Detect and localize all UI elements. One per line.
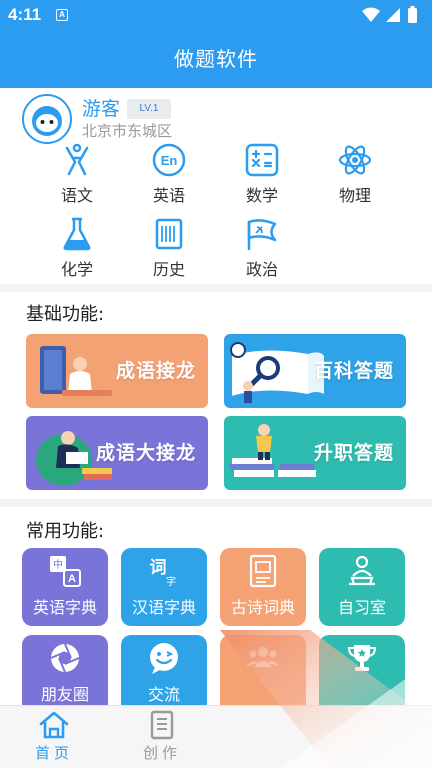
- subject-label: 英语: [152, 186, 185, 205]
- chat-smile-icon: [150, 643, 178, 674]
- flag-icon: [247, 219, 277, 251]
- feature-label: 升职答题: [313, 442, 394, 464]
- section-title: 基础功能:: [26, 304, 105, 325]
- svg-text:词: 词: [150, 558, 167, 578]
- status-bar: 4:11 A: [0, 0, 432, 30]
- calculator-icon: [245, 143, 279, 177]
- en-circle-icon: En: [152, 143, 186, 177]
- notification-icon: A: [56, 9, 68, 21]
- tool-label: 朋友圈: [40, 685, 89, 704]
- aperture-icon: [50, 643, 80, 673]
- pen-nib-icon: [65, 143, 89, 176]
- status-time: 4:11: [8, 5, 42, 24]
- avatar[interactable]: [22, 94, 72, 144]
- tool-moments[interactable]: 朋友圈: [22, 635, 108, 713]
- reading-person-icon: [349, 555, 375, 586]
- page-title: 做题软件: [174, 47, 258, 71]
- atom-icon: [338, 145, 372, 175]
- app-header: 做题软件: [0, 30, 432, 88]
- tool-english-dictionary[interactable]: 中 A 英语字典: [22, 548, 108, 626]
- feature-idiom-chain[interactable]: 成语接龙: [26, 334, 208, 408]
- wifi-icon: [362, 7, 380, 22]
- subject-label: 政治: [245, 260, 278, 279]
- book-icon: [249, 554, 277, 588]
- tool-chat[interactable]: 交流: [121, 635, 207, 713]
- subject-english[interactable]: En 英语: [134, 142, 204, 206]
- subject-label: 历史: [152, 260, 185, 279]
- user-name[interactable]: 游客: [82, 94, 120, 121]
- tool-label: 英语字典: [32, 598, 97, 617]
- subject-label: 物理: [338, 186, 371, 205]
- subject-physics[interactable]: 物理: [320, 142, 390, 206]
- document-icon: [150, 710, 174, 740]
- nav-home[interactable]: 首页: [24, 710, 84, 763]
- subject-chinese[interactable]: 语文: [42, 142, 112, 206]
- user-location: 北京市东城区: [82, 122, 173, 140]
- translate-icon: 中 A: [50, 556, 81, 587]
- feature-big-idiom-chain[interactable]: 成语大接龙: [26, 416, 208, 490]
- svg-text:字: 字: [166, 575, 176, 588]
- svg-text:En: En: [161, 153, 178, 168]
- battery-icon: [408, 8, 417, 23]
- svg-text:A: A: [68, 573, 76, 585]
- tool-chinese-dictionary[interactable]: 词 字 汉语字典: [121, 548, 207, 626]
- subject-politics[interactable]: 政治: [227, 216, 297, 280]
- feature-label: 百科答题: [313, 360, 394, 382]
- section-title: 常用功能:: [26, 521, 105, 542]
- feature-label: 成语接龙: [115, 360, 196, 382]
- scroll-icon: [155, 218, 183, 250]
- signal-icon: [386, 8, 400, 22]
- feature-promotion-quiz[interactable]: 升职答题: [224, 416, 406, 490]
- subject-math[interactable]: 数学: [227, 142, 297, 206]
- tool-label: 古诗词典: [230, 598, 295, 617]
- tool-label: 交流: [147, 685, 180, 704]
- subject-history[interactable]: 历史: [134, 216, 204, 280]
- decorative-overlay: [220, 630, 432, 768]
- basic-section: 基础功能: 成语接龙 百科答题 成语大接龙 升职答题: [0, 292, 432, 499]
- svg-text:中: 中: [53, 558, 63, 571]
- feature-encyclopedia-quiz[interactable]: 百科答题: [224, 334, 406, 408]
- feature-label: 成语大接龙: [95, 442, 196, 464]
- tool-study-room[interactable]: 自习室: [319, 548, 405, 626]
- subject-label: 数学: [245, 186, 278, 205]
- home-icon: [39, 711, 69, 739]
- subject-label: 化学: [60, 260, 93, 279]
- subject-chemistry[interactable]: 化学: [42, 216, 112, 280]
- status-icons: [362, 6, 417, 23]
- nav-create[interactable]: 创作: [132, 710, 192, 763]
- tool-label: 自习室: [337, 598, 386, 617]
- subject-label: 语文: [60, 186, 93, 205]
- ci-character-icon: 词 字: [150, 558, 177, 588]
- flask-icon: [63, 217, 91, 251]
- nav-label: 首页: [34, 744, 73, 762]
- profile-card: 游客 LV.1 北京市东城区 语文 En 英语 数学 物理 化学 历史 政治: [0, 88, 432, 284]
- nav-label: 创作: [142, 744, 181, 762]
- tool-poetry-dictionary[interactable]: 古诗词典: [220, 548, 306, 626]
- robot-face-icon: [32, 106, 62, 136]
- level-badge: LV.1: [127, 99, 171, 119]
- tool-label: 汉语字典: [131, 598, 196, 617]
